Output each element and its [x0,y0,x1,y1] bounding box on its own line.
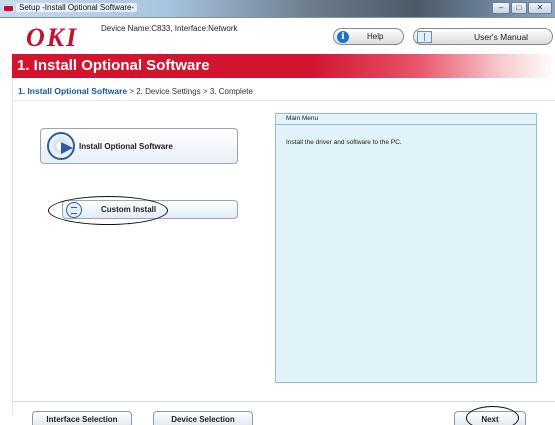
info-icon: i [337,30,349,43]
book-icon [417,30,432,43]
left-border [12,78,13,415]
users-manual-label: User's Manual [474,31,529,42]
breadcrumb-current: 1. Install Optional Software [18,86,128,96]
device-info: Device Name:C833, Interface:Network [101,24,238,33]
oki-logo: OKI [26,23,79,52]
minimize-button[interactable]: – [492,2,510,14]
cd-install-icon [47,132,75,160]
window-title: Setup -Install Optional Software- [16,3,138,12]
help-button[interactable]: i Help [333,28,404,45]
custom-install-highlight-oval [48,196,168,225]
info-panel-description: Install the driver and software to the P… [286,139,402,146]
breadcrumb-rest: > 2. Device Settings > 3. Complete [127,87,253,96]
info-panel: Main Menu Install the driver and softwar… [275,113,537,383]
divider [12,100,555,101]
header: OKI Device Name:C833, Interface:Network … [0,18,555,54]
device-selection-button[interactable]: Device Selection [153,411,253,425]
page-title: 1. Install Optional Software [17,57,210,74]
step-banner: 1. Install Optional Software [12,54,555,78]
interface-selection-button[interactable]: Interface Selection [32,411,132,425]
info-panel-heading: Main Menu [276,114,536,125]
users-manual-button[interactable]: User's Manual [413,28,553,45]
maximize-button[interactable]: □ [511,2,527,14]
window-titlebar: Setup -Install Optional Software- – □ ✕ [0,0,555,18]
next-highlight-oval [466,406,519,425]
breadcrumb: 1. Install Optional Software > 2. Device… [18,86,253,96]
app-icon [4,6,13,11]
close-button[interactable]: ✕ [528,2,552,14]
footer-divider [12,401,555,402]
install-optional-software-button[interactable]: Install Optional Software [40,128,238,164]
install-optional-software-label: Install Optional Software [79,141,173,151]
help-label: Help [367,32,384,41]
